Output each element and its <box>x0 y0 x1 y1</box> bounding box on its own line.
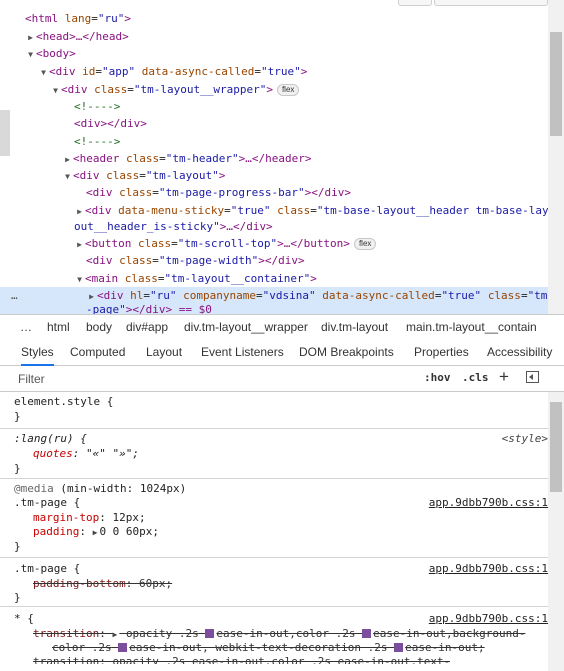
tab-dom-breakpoints[interactable]: DOM Breakpoints <box>299 345 394 359</box>
scrollbar-thumb[interactable] <box>550 32 562 136</box>
breadcrumb: … html body div#app div.tm-layout__wrapp… <box>0 314 564 340</box>
expand-triangle-icon[interactable]: ▶ <box>86 288 97 305</box>
styles-pane: element.style { } :lang(ru) { <style> qu… <box>0 392 548 671</box>
dom-node-sticky-header-cont: out__header_is-sticky">…</div> <box>74 220 273 233</box>
toggle-sidebar-icon[interactable] <box>526 371 539 383</box>
collapse-triangle-icon[interactable]: ▼ <box>74 271 85 288</box>
dom-node-scroll-top[interactable]: ▶ <button class="tm-scroll-top">…</button… <box>74 235 377 253</box>
easing-icon[interactable] <box>394 643 404 652</box>
tab-accessibility[interactable]: Accessibility <box>487 345 552 359</box>
dom-node-div-app[interactable]: ▼ <div id="app" data-async-called="true"> <box>38 63 307 80</box>
dom-node-sticky-header[interactable]: ▶ <div data-menu-sticky="true" class="tm-… <box>74 202 549 219</box>
more-dots-icon[interactable]: … <box>11 287 18 304</box>
styles-scrollbar[interactable] <box>548 392 564 671</box>
expand-triangle-icon[interactable]: ▶ <box>62 151 73 168</box>
tab-computed[interactable]: Computed <box>70 345 125 359</box>
flex-badge[interactable]: flex <box>353 238 377 250</box>
sidebar-tabs: Styles Computed Layout Event Listeners D… <box>0 339 564 366</box>
expand-triangle-icon[interactable]: ▶ <box>112 628 117 642</box>
dom-node-comment[interactable]: <!----> <box>74 98 120 115</box>
collapse-triangle-icon[interactable]: ▼ <box>50 82 61 99</box>
universal-rule: * { app.9dbb790b.css:1 transition: ▶ opa… <box>14 612 548 664</box>
tab-properties[interactable]: Properties <box>414 345 469 359</box>
stylesheet-link[interactable]: app.9dbb790b.css:1 <box>429 612 548 626</box>
dom-node-body[interactable]: ▼ <body> <box>25 45 76 62</box>
styles-filter-bar: Filter :hov .cls + <box>0 366 564 392</box>
prop-quotes[interactable]: quotes <box>33 447 73 460</box>
toolbar-button[interactable] <box>398 0 432 6</box>
easing-icon[interactable] <box>362 629 372 638</box>
breadcrumb-layout-wrapper[interactable]: div.tm-layout__wrapper <box>184 320 308 334</box>
dom-node-selected-tm-page[interactable]: … ▶ <div hl="ru" companyname="vdsina" dat… <box>0 287 548 304</box>
lang-rule: :lang(ru) { <style> quotes: "«" "»"; } <box>0 429 548 479</box>
elements-panel: <html lang="ru"> ▶ <head>…</head> ▼ <body>… <box>0 0 564 314</box>
elements-scrollbar[interactable] <box>548 0 564 314</box>
tm-page-selector[interactable]: .tm-page { <box>14 562 80 576</box>
tm-page-rule: .tm-page { app.9dbb790b.css:1 padding-bo… <box>0 558 548 607</box>
dom-node-empty-div[interactable]: <div></div> <box>74 115 147 132</box>
collapse-triangle-icon[interactable]: ▼ <box>62 168 73 185</box>
media-tm-page-rule: @media (min-width: 1024px) .tm-page { ap… <box>0 479 548 558</box>
stylesheet-link[interactable]: app.9dbb790b.css:1 <box>429 562 548 576</box>
scrollbar-thumb[interactable] <box>550 402 562 492</box>
tab-event-listeners[interactable]: Event Listeners <box>201 345 284 359</box>
breadcrumb-main[interactable]: main.tm-layout__contain <box>406 320 537 334</box>
dom-node-comment[interactable]: <!----> <box>74 133 120 150</box>
lang-selector[interactable]: :lang(ru) { <box>14 432 87 446</box>
breadcrumb-body[interactable]: body <box>86 320 112 334</box>
element-style-rule: element.style { } <box>0 392 548 429</box>
tab-styles[interactable]: Styles <box>21 345 54 366</box>
filter-input[interactable]: Filter <box>18 372 45 386</box>
toolbar-button[interactable] <box>434 0 548 6</box>
panel-gutter <box>0 110 10 156</box>
dom-node-header[interactable]: ▶ <header class="tm-header">…</header> <box>62 150 311 167</box>
tab-layout[interactable]: Layout <box>146 345 182 359</box>
hover-state-button[interactable]: :hov <box>424 371 451 384</box>
element-style-selector[interactable]: element.style { <box>14 395 113 409</box>
dom-node-progress-bar[interactable]: <div class="tm-page-progress-bar"></div> <box>86 184 351 201</box>
breadcrumb-overflow[interactable]: … <box>20 320 32 334</box>
dom-node-page-width[interactable]: <div class="tm-page-width"></div> <box>86 252 305 269</box>
dom-node-html[interactable]: <html lang="ru"> <box>25 10 131 27</box>
universal-selector[interactable]: * { <box>14 612 34 626</box>
collapse-triangle-icon[interactable]: ▼ <box>25 46 36 63</box>
class-toggle-button[interactable]: .cls <box>462 371 489 384</box>
dom-node-tm-layout[interactable]: ▼ <div class="tm-layout"> <box>62 167 225 184</box>
dom-node-head[interactable]: ▶ <head>…</head> <box>25 28 129 45</box>
expand-triangle-icon[interactable]: ▶ <box>74 236 85 253</box>
expand-triangle-icon[interactable]: ▶ <box>93 526 98 540</box>
stylesheet-link[interactable]: app.9dbb790b.css:1 <box>429 496 548 510</box>
flex-badge[interactable]: flex <box>276 84 300 96</box>
easing-icon[interactable] <box>118 643 128 652</box>
easing-icon[interactable] <box>205 629 215 638</box>
expand-triangle-icon[interactable]: ▶ <box>25 29 36 46</box>
dom-node-selected-cont: -page"></div> == $0 <box>0 304 548 314</box>
new-rule-button[interactable]: + <box>499 367 509 387</box>
breadcrumb-html[interactable]: html <box>47 320 70 334</box>
collapse-triangle-icon[interactable]: ▼ <box>38 64 49 81</box>
user-agent-source: <style> <box>501 432 548 445</box>
breadcrumb-div-app[interactable]: div#app <box>126 320 168 334</box>
dom-node-layout-wrapper[interactable]: ▼ <div class="tm-layout__wrapper"> flex <box>50 81 300 99</box>
tm-page-selector[interactable]: .tm-page { <box>14 496 80 510</box>
dom-node-main[interactable]: ▼ <main class="tm-layout__container"> <box>74 270 317 287</box>
toolbar-strip <box>0 0 564 6</box>
breadcrumb-tm-layout[interactable]: div.tm-layout <box>321 320 388 334</box>
